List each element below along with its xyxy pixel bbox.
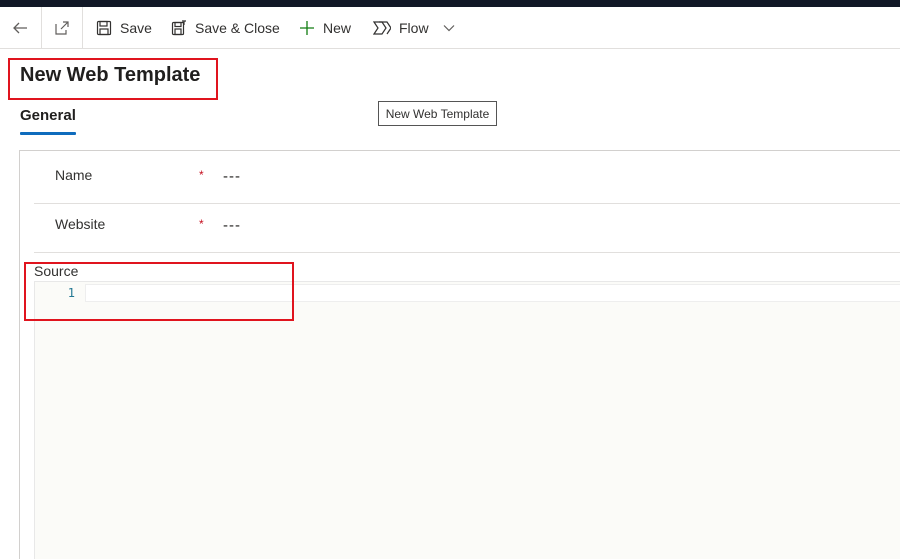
chevron-down-icon[interactable] (443, 24, 463, 32)
save-label: Save (120, 20, 152, 36)
tab-general[interactable]: General (20, 107, 76, 124)
name-field[interactable]: --- (223, 168, 241, 185)
save-and-close-button[interactable]: Save & Close (171, 7, 280, 49)
new-label: New (323, 20, 352, 36)
flow-label: Flow (399, 20, 429, 36)
flow-icon (373, 21, 391, 35)
name-field-label: Name (55, 167, 93, 183)
save-icon (96, 20, 112, 36)
back-button[interactable] (0, 7, 40, 49)
page-title: New Web Template (20, 64, 201, 86)
new-button[interactable]: New (299, 7, 351, 49)
website-field-label: Website (55, 216, 106, 232)
source-highlight-box (24, 262, 294, 321)
website-lookup-field[interactable]: --- (223, 217, 241, 234)
editor-background (35, 282, 900, 559)
website-required-marker: * (199, 217, 204, 231)
save-button[interactable]: Save (96, 7, 152, 49)
editor-gutter: 1 (35, 282, 83, 559)
command-bar: Save Save & Close New Flow (0, 7, 900, 49)
open-in-new-window-icon (55, 21, 69, 35)
plus-icon (300, 21, 314, 35)
row-divider (34, 203, 900, 204)
arrow-left-icon (13, 22, 27, 34)
save-and-close-label: Save & Close (195, 20, 280, 36)
flow-button[interactable]: Flow (373, 7, 463, 49)
source-code-editor[interactable]: 1 (34, 281, 900, 559)
open-in-new-window-button[interactable] (41, 7, 83, 49)
save-and-close-icon (171, 20, 186, 36)
name-required-marker: * (199, 168, 204, 182)
title-tooltip: New Web Template (378, 101, 497, 126)
row-divider (34, 252, 900, 253)
app-top-bar (0, 0, 900, 7)
tab-selected-indicator (20, 132, 76, 135)
